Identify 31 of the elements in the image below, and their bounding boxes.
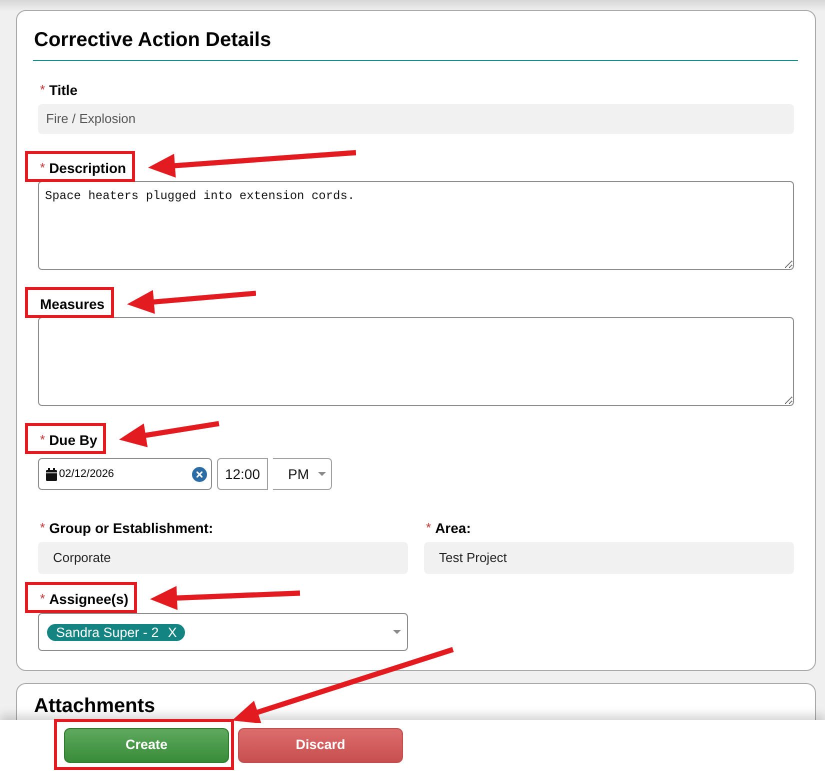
required-mark: * (40, 519, 46, 537)
required-mark: * (40, 81, 46, 99)
clear-icon[interactable] (192, 466, 207, 482)
required-mark: * (40, 431, 46, 449)
date-field[interactable]: 02/12/2026 (38, 458, 212, 490)
assignee-select[interactable]: Sandra Super - 2 X (38, 613, 408, 651)
field-label: Title (49, 81, 78, 100)
required-mark: * (40, 159, 46, 177)
readonly-field: Test Project (424, 542, 794, 574)
field-label: Description (49, 159, 126, 178)
text-area-field[interactable] (38, 317, 794, 406)
section-title: Attachments (33, 694, 156, 719)
calendar-icon (46, 468, 57, 480)
field-label: Group or Establishment: (49, 519, 214, 538)
readonly-field: Corporate (38, 542, 408, 574)
meridiem-select[interactable]: PM (273, 458, 332, 490)
remove-tag-button[interactable]: X (168, 624, 177, 640)
text-area-field[interactable]: Space heaters plugged into extension cords. (38, 181, 794, 270)
field-label: Assignee(s) (49, 590, 128, 609)
section-title: Corrective Action Details (33, 28, 272, 53)
field-label: Due By (49, 431, 98, 450)
caret-icon (318, 472, 326, 476)
caret-icon (393, 630, 401, 634)
field-label: Measures (40, 295, 105, 314)
discard-button[interactable]: Discard (238, 728, 403, 763)
time-field[interactable]: 12:00 (217, 458, 268, 490)
tag-label: Sandra Super - 2 (56, 624, 159, 640)
required-mark: * (40, 590, 46, 608)
readonly-field: Fire / Explosion (38, 104, 794, 134)
field-label: Area: (435, 519, 471, 538)
required-mark: * (426, 519, 432, 537)
